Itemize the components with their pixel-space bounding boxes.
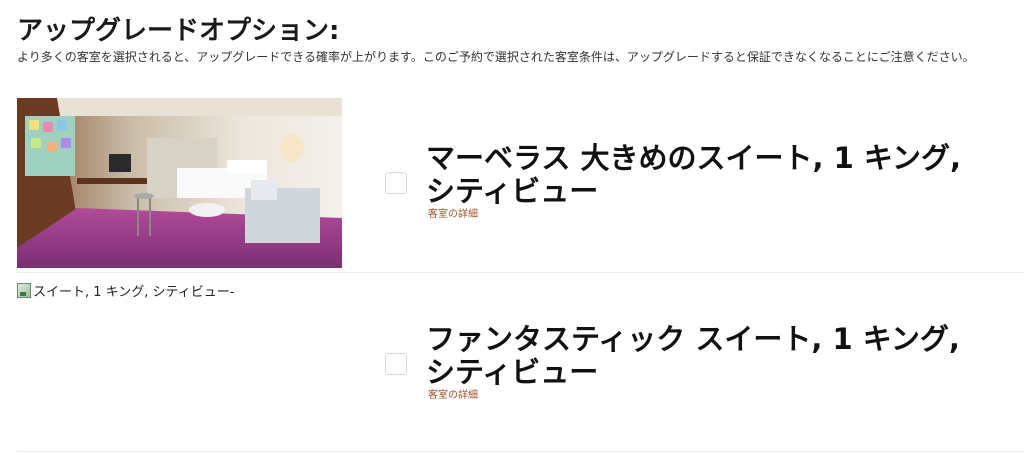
upgrade-description: より多くの客室を選択されると、アップグレードできる確率が上がります。このご予約で… [17,50,975,64]
room-photo-alt-text: スイート, 1 キング, シティビュー- [33,285,235,300]
room-details-link[interactable]: 客室の詳細 [428,205,478,220]
room-select-checkbox[interactable] [385,353,407,375]
room-name: マーベラス 大きめのスイート, 1 キング, シティビュー [426,141,962,208]
room-details-link[interactable]: 客室の詳細 [428,386,478,401]
broken-image-icon [17,283,31,298]
room-name: ファンタスティック スイート, 1 キング, シティビュー [426,322,960,389]
room-photo-image [17,98,342,268]
room-select-checkbox[interactable] [385,172,407,194]
room-photo-broken: スイート, 1 キング, シティビュー- [17,281,234,300]
room-option-2: スイート, 1 キング, シティビュー- ファンタスティック スイート, 1 キ… [17,279,1024,452]
page-title: アップグレードオプション: [17,16,340,46]
room-photo [17,98,342,268]
room-option-1: マーベラス 大きめのスイート, 1 キング, シティビュー 客室の詳細 [17,98,1024,273]
